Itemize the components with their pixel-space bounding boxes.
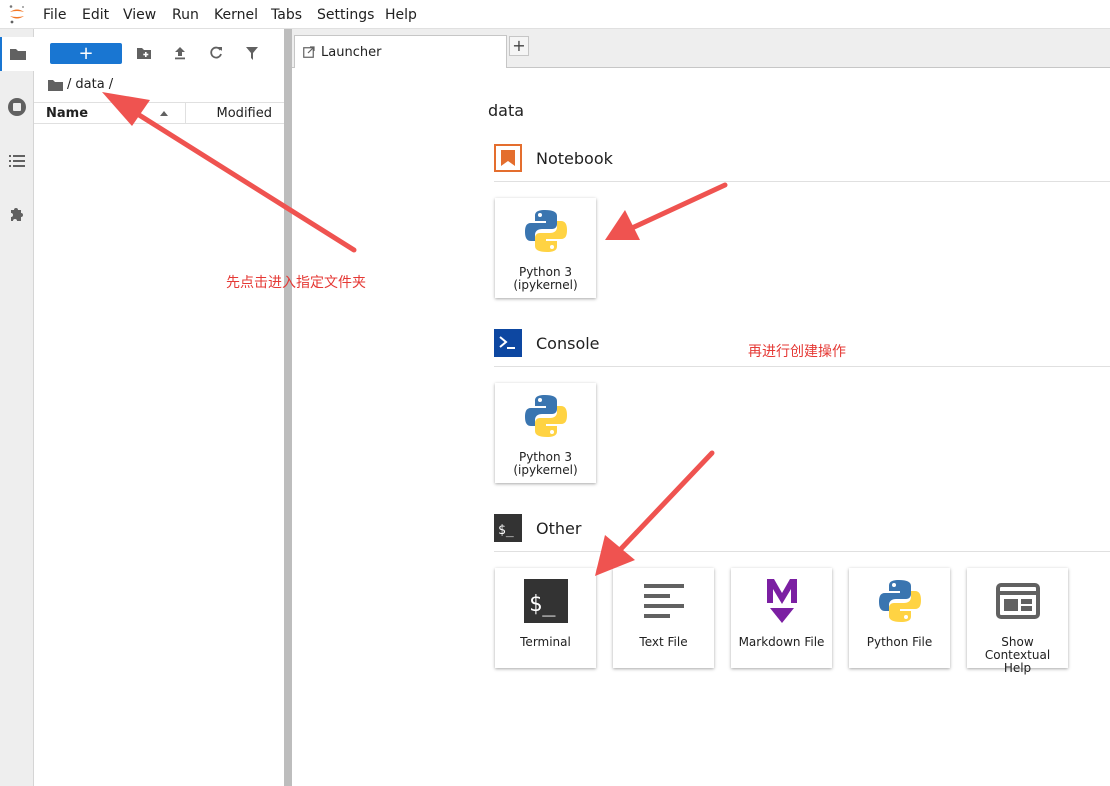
activity-bar <box>0 29 34 786</box>
new-folder-icon <box>137 48 151 59</box>
column-name[interactable]: Name <box>46 106 88 121</box>
svg-text:$_: $_ <box>529 592 556 617</box>
terminal-icon: $_ <box>495 576 596 626</box>
menu-run[interactable]: Run <box>172 6 199 24</box>
section-title-notebook: Notebook <box>536 148 613 168</box>
section-divider <box>494 551 1110 552</box>
upload-icon <box>175 47 185 60</box>
section-divider <box>494 181 1110 182</box>
file-list-header: Name Modified <box>34 102 284 124</box>
running-sessions-tab[interactable] <box>0 90 34 124</box>
filter-icon <box>246 46 258 60</box>
contextual-help-icon <box>967 576 1068 626</box>
card-terminal[interactable]: $_ Terminal <box>495 568 596 668</box>
card-notebook-python3[interactable]: Python 3 (ipykernel) <box>495 198 596 298</box>
launcher-cwd: data <box>488 101 525 120</box>
new-folder-button[interactable] <box>135 44 153 62</box>
card-label: Python File <box>866 635 933 649</box>
column-modified[interactable]: Modified <box>217 106 272 121</box>
running-icon <box>8 98 26 116</box>
card-label: Python 3 (ipykernel) <box>513 450 578 477</box>
new-launcher-button[interactable]: + <box>50 43 122 64</box>
folder-icon <box>10 49 26 60</box>
menu-kernel[interactable]: Kernel <box>214 6 258 24</box>
card-python-file[interactable]: Python File <box>849 568 950 668</box>
file-browser-panel: + / data / Name Modified <box>34 29 284 786</box>
python-logo-icon <box>495 391 596 441</box>
section-divider <box>494 366 1110 367</box>
sort-ascending-icon[interactable] <box>160 111 168 116</box>
refresh-icon <box>210 46 222 59</box>
menu-tabs[interactable]: Tabs <box>271 6 302 24</box>
menubar: File Edit View Run Kernel Tabs Settings … <box>0 0 1110 29</box>
extension-manager-tab[interactable] <box>0 197 34 231</box>
svg-text:$_: $_ <box>498 523 514 538</box>
menu-settings[interactable]: Settings <box>317 6 374 24</box>
section-title-console: Console <box>536 333 600 353</box>
tab-label: Launcher <box>321 44 382 60</box>
card-label: Python 3 (ipykernel) <box>513 265 578 292</box>
annotation-note-1: 先点击进入指定文件夹 <box>226 275 366 291</box>
menu-file[interactable]: File <box>43 6 66 24</box>
card-console-python3[interactable]: Python 3 (ipykernel) <box>495 383 596 483</box>
breadcrumb: / data / <box>48 77 117 92</box>
other-section-header: $_ Other <box>494 513 581 543</box>
menu-edit[interactable]: Edit <box>82 6 109 24</box>
console-section-header: Console <box>494 328 600 358</box>
tab-bar: Launcher + <box>292 29 1110 68</box>
toc-icon <box>9 155 25 167</box>
section-title-other: Other <box>536 518 582 538</box>
filter-button[interactable] <box>243 44 261 62</box>
annotation-note-2: 再进行创建操作 <box>748 344 846 360</box>
refresh-button[interactable] <box>207 44 225 62</box>
notebook-icon <box>494 144 522 172</box>
card-label: Show Contextual Help <box>984 635 1051 675</box>
menu-view[interactable]: View <box>123 6 156 24</box>
card-text-file[interactable]: Text File <box>613 568 714 668</box>
upload-button[interactable] <box>171 44 189 62</box>
card-label: Text File <box>639 635 688 649</box>
launcher-icon <box>303 46 315 58</box>
launcher-panel: data Notebook Python 3 (ipykernel) Conso… <box>292 68 1110 786</box>
plus-icon: + <box>78 43 94 64</box>
card-label: Terminal <box>520 635 571 649</box>
table-of-contents-tab[interactable] <box>0 144 34 178</box>
console-icon <box>494 329 522 357</box>
terminal-small-icon: $_ <box>494 514 522 542</box>
panel-splitter[interactable] <box>284 29 292 786</box>
markdown-icon <box>731 576 832 626</box>
text-file-icon <box>613 576 714 626</box>
breadcrumb-separator: / <box>108 77 114 92</box>
column-divider <box>185 103 186 123</box>
breadcrumb-separator: / <box>67 77 72 92</box>
notebook-section-header: Notebook <box>494 143 613 173</box>
file-browser-tab[interactable] <box>0 37 34 71</box>
python-logo-icon <box>849 576 950 626</box>
card-label: Markdown File <box>738 635 825 649</box>
python-logo-icon <box>495 206 596 256</box>
jupyter-logo-icon[interactable] <box>8 4 26 24</box>
card-contextual-help[interactable]: Show Contextual Help <box>967 568 1068 675</box>
card-markdown-file[interactable]: Markdown File <box>731 568 832 668</box>
home-folder-icon[interactable] <box>48 79 63 91</box>
extension-icon <box>11 208 23 221</box>
menu-help[interactable]: Help <box>385 6 417 24</box>
tab-launcher[interactable]: Launcher <box>294 35 507 68</box>
add-tab-button[interactable]: + <box>509 36 529 56</box>
breadcrumb-data[interactable]: data <box>75 77 104 92</box>
